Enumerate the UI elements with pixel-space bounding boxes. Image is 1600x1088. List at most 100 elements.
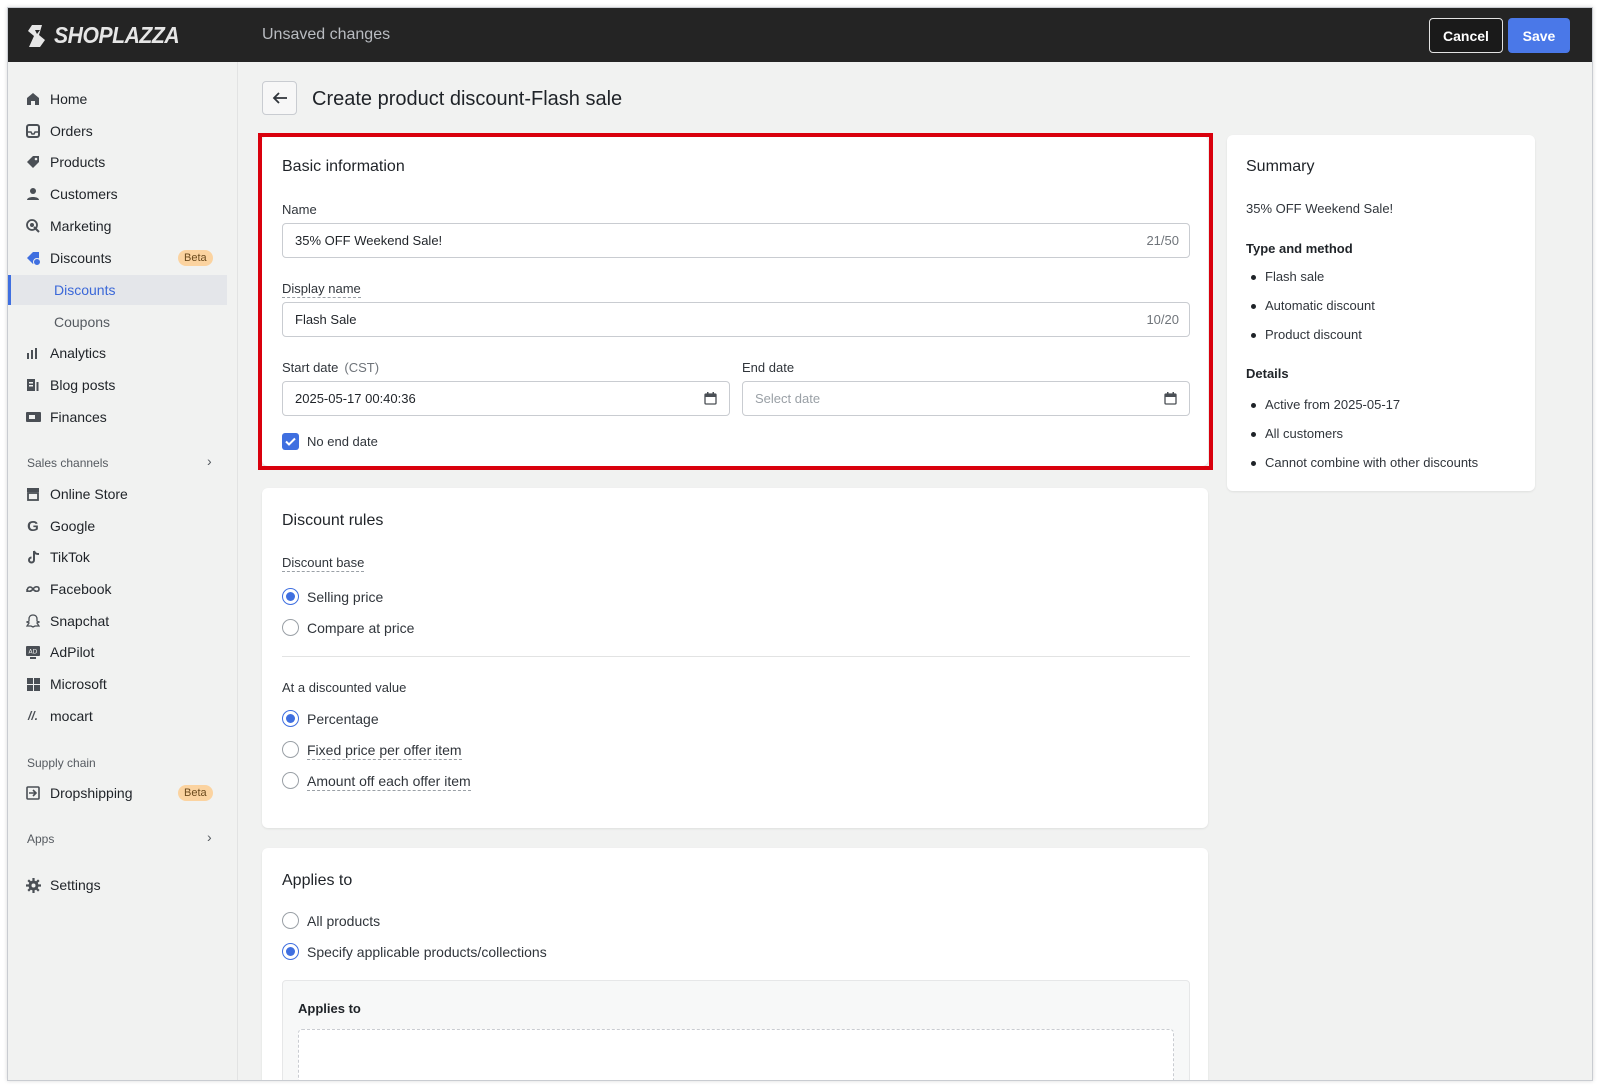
summary-item: Cannot combine with other discounts	[1265, 455, 1479, 470]
tiktok-icon	[25, 549, 41, 565]
sidebar-item-label: mocart	[50, 708, 93, 724]
sidebar-item-google[interactable]: G Google	[8, 511, 228, 541]
sidebar-item-dropshipping[interactable]: Dropshipping Beta	[8, 778, 228, 808]
sidebar-item-mocart[interactable]: //. mocart	[8, 701, 228, 731]
bullet-icon	[1251, 333, 1256, 338]
discount-base-label: Discount base	[282, 555, 365, 572]
sidebar-item-label: Online Store	[50, 486, 128, 502]
radio-label: Percentage	[307, 711, 379, 727]
finance-icon	[25, 409, 41, 425]
product-drop-zone[interactable]	[298, 1029, 1174, 1080]
sidebar-item-settings[interactable]: Settings	[8, 870, 228, 900]
bullet-icon	[1251, 461, 1256, 466]
arrow-left-icon	[272, 92, 287, 104]
store-icon	[25, 486, 41, 502]
apps-heading: Apps	[27, 832, 55, 846]
radio-amount-off[interactable]	[282, 772, 299, 789]
card-title: Discount rules	[282, 512, 384, 529]
sales-channels-heading: Sales channels	[27, 456, 109, 470]
person-icon	[25, 186, 41, 202]
radio-specify-products[interactable]	[282, 943, 299, 960]
back-button[interactable]	[262, 81, 297, 115]
sidebar: Home Orders Products Customers Marketing	[8, 62, 238, 1080]
type-and-method-heading: Type and method	[1246, 241, 1353, 256]
sidebar-item-tiktok[interactable]: TikTok	[8, 542, 228, 572]
sidebar-item-label: Microsoft	[50, 676, 107, 692]
radio-selling-price[interactable]	[282, 588, 299, 605]
meta-icon	[25, 581, 41, 597]
sidebar-item-products[interactable]: Products	[8, 147, 228, 177]
radio-percentage[interactable]	[282, 710, 299, 727]
radio-label: Amount off each offer item	[307, 773, 471, 791]
sidebar-item-orders[interactable]: Orders	[8, 116, 228, 146]
tag-icon	[25, 154, 41, 170]
sidebar-item-label: Snapchat	[50, 613, 110, 629]
sidebar-item-online-store[interactable]: Online Store	[8, 479, 228, 509]
sidebar-item-label: Finances	[50, 409, 107, 425]
sidebar-item-label: Orders	[50, 123, 93, 139]
summary-card: Summary 35% OFF Weekend Sale! Type and m…	[1227, 135, 1535, 491]
sidebar-item-blog-posts[interactable]: Blog posts	[8, 370, 228, 400]
gear-icon	[25, 877, 41, 893]
app-window: SHOPLAZZA Unsaved changes Cancel Save Ho…	[7, 7, 1593, 1081]
sidebar-item-snapchat[interactable]: Snapchat	[8, 606, 228, 636]
unsaved-changes-text: Unsaved changes	[262, 26, 391, 43]
home-icon	[25, 91, 41, 107]
beta-badge: Beta	[178, 250, 213, 266]
bullet-icon	[1251, 275, 1256, 280]
sidebar-item-finances[interactable]: Finances	[8, 402, 228, 432]
sidebar-item-discounts[interactable]: Discounts Beta	[8, 243, 228, 273]
bullet-icon	[1251, 403, 1256, 408]
summary-discount-name: 35% OFF Weekend Sale!	[1246, 201, 1394, 216]
sidebar-item-label: Settings	[50, 877, 101, 893]
shoplazza-logo-icon	[28, 24, 45, 47]
sidebar-item-facebook[interactable]: Facebook	[8, 574, 228, 604]
page-title: Create product discount-Flash sale	[312, 88, 623, 110]
applies-to-panel-title: Applies to	[298, 1001, 361, 1016]
sidebar-item-label: Analytics	[50, 345, 107, 361]
discount-icon	[25, 250, 41, 266]
summary-item: All customers	[1265, 426, 1344, 441]
supply-chain-heading: Supply chain	[27, 756, 96, 770]
save-button[interactable]: Save	[1508, 18, 1570, 53]
cancel-button[interactable]: Cancel	[1429, 18, 1503, 53]
details-heading: Details	[1246, 366, 1289, 381]
bullet-icon	[1251, 304, 1256, 309]
sidebar-item-label: Customers	[50, 186, 118, 202]
blog-icon	[25, 377, 41, 393]
sidebar-item-label: TikTok	[50, 549, 90, 565]
svg-text:AD: AD	[29, 648, 38, 655]
brand-logo: SHOPLAZZA	[26, 22, 190, 49]
radio-label: Compare at price	[307, 620, 415, 636]
google-icon: G	[27, 517, 39, 535]
summary-item: Automatic discount	[1265, 298, 1375, 313]
sidebar-item-adpilot[interactable]: AD AdPilot	[8, 637, 228, 667]
sidebar-item-label: Home	[50, 91, 88, 107]
sidebar-subitem-discounts[interactable]: Discounts	[8, 275, 227, 305]
adpilot-icon: AD	[25, 644, 41, 660]
summary-item: Active from 2025-05-17	[1265, 397, 1401, 412]
radio-fixed-price[interactable]	[282, 741, 299, 758]
radio-label: All products	[307, 913, 381, 929]
sidebar-item-label: Marketing	[50, 218, 112, 234]
bar-chart-icon	[25, 345, 41, 361]
divider	[282, 656, 1190, 657]
summary-item: Product discount	[1265, 327, 1362, 342]
sidebar-item-microsoft[interactable]: Microsoft	[8, 669, 228, 699]
chevron-right-icon[interactable]: ›	[207, 829, 212, 845]
radio-compare-at-price[interactable]	[282, 619, 299, 636]
sidebar-item-customers[interactable]: Customers	[8, 179, 228, 209]
applies-to-panel: Applies to	[282, 980, 1190, 1080]
sidebar-subitem-coupons[interactable]: Coupons	[8, 307, 228, 337]
bullet-icon	[1251, 432, 1256, 437]
sidebar-item-home[interactable]: Home	[8, 84, 228, 114]
sidebar-item-label: Discounts	[50, 250, 112, 266]
sidebar-item-marketing[interactable]: Marketing	[8, 211, 228, 241]
microsoft-icon	[25, 676, 41, 692]
sidebar-item-label: AdPilot	[50, 644, 95, 660]
inbox-icon	[25, 123, 41, 139]
sidebar-item-analytics[interactable]: Analytics	[8, 338, 228, 368]
chevron-right-icon[interactable]: ›	[207, 453, 212, 469]
radio-all-products[interactable]	[282, 912, 299, 929]
sidebar-item-label: Dropshipping	[50, 785, 133, 801]
